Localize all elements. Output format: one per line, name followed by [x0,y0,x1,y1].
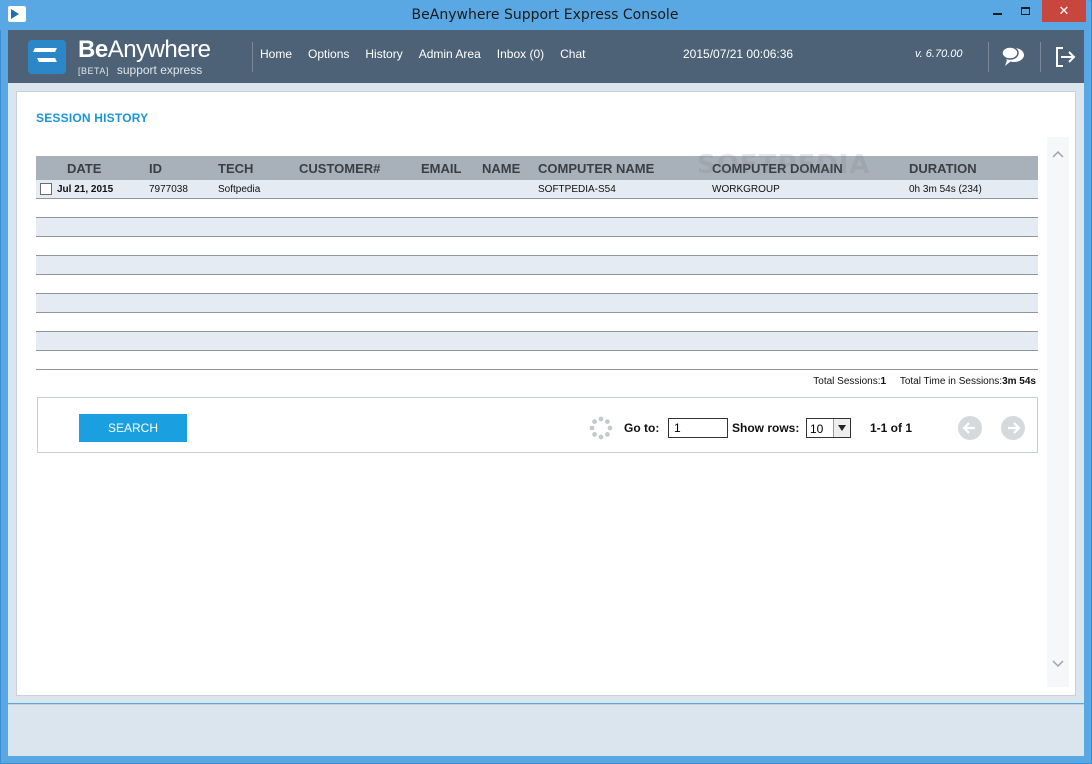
nav-chat[interactable]: Chat [560,47,585,61]
pagination-info: 1-1 of 1 [870,421,913,435]
row-checkbox[interactable] [40,183,52,195]
app-header: BeAnywhere [BETA] support express Home Op… [8,30,1084,83]
arrow-left-icon [962,422,975,434]
table-row-empty [36,256,1038,275]
chat-bubbles-icon[interactable] [998,42,1028,72]
col-email[interactable]: EMAIL [421,161,461,176]
main-nav: Home Options History Admin Area Inbox (0… [260,47,601,61]
arrow-right-icon [1008,422,1021,434]
divider [988,42,989,72]
logo-subtitle: [BETA] support express [78,63,203,77]
cell-id: 7977038 [149,184,188,195]
session-totals: Total Sessions:1 Total Time in Sessions:… [813,376,1036,387]
col-name[interactable]: NAME [482,161,520,176]
logo-name: BeAnywhere [78,36,211,63]
version-label: v. 6.70.00 [915,48,963,60]
cell-computer-name: SOFTPEDIA-S54 [538,184,616,195]
cell-date: Jul 21, 2015 [57,184,114,195]
chevron-down-icon [833,419,850,437]
next-page-button[interactable] [1001,416,1025,440]
table-row-empty [36,294,1038,313]
section-title: SESSION HISTORY [36,111,149,125]
table-row-empty [36,351,1038,370]
col-customer[interactable]: CUSTOMER# [299,161,380,176]
previous-page-button[interactable] [958,416,982,440]
maximize-button[interactable] [1012,0,1038,22]
show-rows-select[interactable]: 10 [806,418,851,438]
divider [252,42,253,72]
col-computer-name[interactable]: COMPUTER NAME [538,161,654,176]
rows-select-value: 10 [810,422,824,436]
softpedia-watermark: SOFTPEDIA [697,150,871,180]
maximize-icon [1020,7,1030,15]
col-tech[interactable]: TECH [218,161,253,176]
minimize-icon [992,13,1002,15]
title-bar[interactable]: BeAnywhere Support Express Console ✕ [0,0,1090,30]
table-header: DATE ID TECH CUSTOMER# EMAIL NAME COMPUT… [36,156,1038,180]
nav-options[interactable]: Options [308,47,349,61]
table-row-empty [36,313,1038,332]
status-bar [8,704,1084,756]
scroll-down-icon[interactable] [1052,656,1064,668]
cell-computer-domain: WORKGROUP [712,184,780,195]
loading-spinner-icon [589,416,613,440]
table-row-empty [36,199,1038,218]
minimize-button[interactable] [984,0,1010,22]
logout-icon[interactable] [1050,42,1080,72]
vertical-scrollbar[interactable] [1047,137,1069,687]
nav-admin-area[interactable]: Admin Area [419,47,481,61]
goto-label: Go to: [624,421,660,435]
datetime-display: 2015/07/21 00:06:36 [683,47,794,61]
close-icon: ✕ [1058,3,1070,18]
table-row-empty [36,332,1038,351]
nav-inbox[interactable]: Inbox (0) [497,47,544,61]
table-row-empty [36,218,1038,237]
table-row[interactable]: Jul 21, 2015 7977038 Softpedia SOFTPEDIA… [36,180,1038,199]
close-button[interactable]: ✕ [1042,0,1086,22]
cell-tech: Softpedia [218,184,261,195]
session-table: DATE ID TECH CUSTOMER# EMAIL NAME COMPUT… [36,156,1038,370]
show-rows-label: Show rows: [732,421,800,435]
col-date[interactable]: DATE [67,161,101,176]
cell-duration: 0h 3m 54s (234) [909,184,982,195]
table-row-empty [36,275,1038,294]
table-row-empty [36,237,1038,256]
nav-home[interactable]: Home [260,47,292,61]
goto-page-input[interactable] [668,418,728,438]
beanywhere-logo-icon [28,40,66,74]
col-id[interactable]: ID [149,161,162,176]
search-button[interactable]: SEARCH [79,414,187,442]
col-duration[interactable]: DURATION [909,161,977,176]
divider [1040,42,1041,72]
window-title: BeAnywhere Support Express Console [411,7,679,23]
scroll-up-icon[interactable] [1052,148,1064,160]
nav-history[interactable]: History [365,47,402,61]
